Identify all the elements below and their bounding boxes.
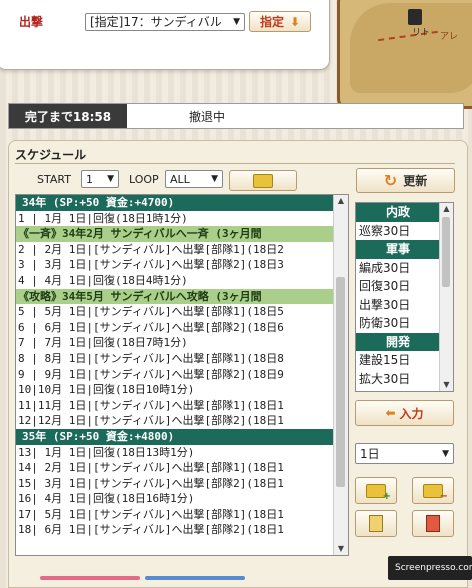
bottom-tab-strip xyxy=(0,576,472,580)
schedule-row[interactable]: 6 | 6月 1日|[サンディバル]へ出撃[部隊2](18日6 xyxy=(16,320,335,336)
schedule-row[interactable]: 14| 2月 1日|[サンディバル]へ出撃[部隊1](18日1 xyxy=(16,460,335,476)
scroll-thumb[interactable] xyxy=(442,217,450,287)
sortie-label: 出撃 xyxy=(19,15,44,29)
add-folder-button[interactable]: + xyxy=(355,477,397,504)
schedule-row[interactable]: 9 | 9月 1日|[サンディバル]へ出撃[部隊2](18日9 xyxy=(16,367,335,383)
chevron-down-icon: ▼ xyxy=(233,16,240,27)
watermark-text: Screenpresso.com xyxy=(395,563,472,573)
refresh-label: 更新 xyxy=(403,174,428,188)
command-category-header: 開発 xyxy=(356,332,440,351)
schedule-row[interactable]: 16| 4月 1日|回復(18日16時1分) xyxy=(16,491,335,507)
refresh-button[interactable]: ↻ 更新 xyxy=(356,168,455,193)
schedule-row[interactable]: 7 | 7月 1日|回復(18日7時1分) xyxy=(16,335,335,351)
command-item[interactable]: 出撃30日 xyxy=(356,296,440,315)
start-select[interactable]: 1 ▼ xyxy=(81,170,119,188)
command-category-header: 内政 xyxy=(356,203,440,222)
schedule-row[interactable]: 15| 3月 1日|[サンディバル]へ出撃[部隊2](18日1 xyxy=(16,476,335,492)
schedule-scrollbar[interactable]: ▲ ▼ xyxy=(333,195,348,555)
bottom-tab-1[interactable] xyxy=(40,576,140,580)
folder-add-icon: + xyxy=(366,483,391,502)
copy-button[interactable] xyxy=(355,510,397,537)
schedule-row[interactable]: 8 | 8月 1日|[サンディバル]へ出撃[部隊1](18日8 xyxy=(16,351,335,367)
command-item[interactable]: 防衛30日 xyxy=(356,314,440,333)
target-select[interactable]: [指定]17：サンディバル ▼ xyxy=(85,12,245,31)
schedule-row[interactable]: 12|12月 1日|[サンディバル]へ出撃[部隊2](18日1 xyxy=(16,413,335,429)
loop-select-value: ALL xyxy=(170,172,190,186)
schedule-rows: 34年 (SP:+50 資金:+4700) 1 | 1月 1日|回復(18日1時1… xyxy=(16,195,335,555)
schedule-row[interactable]: 18| 6月 1日|[サンディバル]へ出撃[部隊2](18日1 xyxy=(16,522,335,538)
status-bar: 完了まで18:58 撤退中 xyxy=(8,103,464,129)
remove-folder-button[interactable]: − xyxy=(412,477,454,504)
schedule-row[interactable]: 11|11月 1日|[サンディバル]へ出撃[部隊1](18日1 xyxy=(16,398,335,414)
map-label-b: アレ xyxy=(440,32,459,42)
scroll-thumb[interactable] xyxy=(336,277,345,487)
schedule-list[interactable]: 34年 (SP:+50 資金:+4700) 1 | 1月 1日|回復(18日1時1… xyxy=(15,194,349,556)
folder-remove-icon: − xyxy=(423,483,448,502)
sortie-panel: 出撃 [指定]17：サンディバル ▼ 指定 ⬇ xyxy=(0,0,330,70)
sortie-row: 出撃 [指定]17：サンディバル ▼ 指定 ⬇ xyxy=(19,11,311,32)
scroll-down-icon[interactable]: ▼ xyxy=(334,543,348,555)
schedule-row[interactable]: 4 | 4月 1日|回復(18日4時1分) xyxy=(16,273,335,289)
schedule-row[interactable]: 10|10月 1日|回復(18日10時1分) xyxy=(16,382,335,398)
command-scrollbar[interactable]: ▲ ▼ xyxy=(439,203,453,391)
input-label: 入力 xyxy=(399,406,424,421)
refresh-icon: ↻ xyxy=(383,171,398,190)
target-select-value: [指定]17：サンディバル xyxy=(90,15,222,29)
chevron-down-icon: ▼ xyxy=(442,448,449,459)
paste-icon xyxy=(426,515,440,532)
loop-label: LOOP xyxy=(129,173,159,186)
command-item[interactable]: 回復30日 xyxy=(356,277,440,296)
copy-icon xyxy=(369,515,383,532)
chevron-down-icon: ▼ xyxy=(107,174,114,184)
command-rows: 内政 巡察30日 軍事 編成30日 回復30日 出撃30日 防衛30日 開発 建設15日 拡大30… xyxy=(356,203,440,391)
schedule-row[interactable]: 17| 5月 1日|[サンディバル]へ出撃[部隊1](18日1 xyxy=(16,507,335,523)
scroll-up-icon[interactable]: ▲ xyxy=(440,203,453,215)
designate-label: 指定 xyxy=(259,15,284,29)
arrow-down-icon: ⬇ xyxy=(289,14,301,29)
schedule-row[interactable]: 5 | 5月 1日|[サンディバル]へ出撃[部隊1](18日5 xyxy=(16,304,335,320)
days-select-value: 1日 xyxy=(360,447,380,461)
command-list[interactable]: 内政 巡察30日 軍事 編成30日 回復30日 出撃30日 防衛30日 開発 建設15日 拡大30… xyxy=(355,202,454,392)
bottom-tab-2[interactable] xyxy=(145,576,245,580)
status-text: 撤退中 xyxy=(189,109,226,124)
schedule-title: スケジュール xyxy=(15,148,87,162)
start-label: START xyxy=(37,173,71,186)
command-item[interactable]: 建設15日 xyxy=(356,351,440,370)
command-item[interactable]: 編成30日 xyxy=(356,259,440,278)
days-select[interactable]: 1日 ▼ xyxy=(355,443,454,464)
time-remaining: 完了まで18:58 xyxy=(9,104,127,128)
start-select-value: 1 xyxy=(86,172,93,186)
schedule-panel: スケジュール START 1 ▼ LOOP ALL ▼ ↻ 更新 34年 (SP… xyxy=(8,140,468,588)
scroll-up-icon[interactable]: ▲ xyxy=(334,195,348,207)
input-button[interactable]: ⬅ 入力 xyxy=(355,400,454,426)
scroll-down-icon[interactable]: ▼ xyxy=(440,379,453,391)
command-category-header: 軍事 xyxy=(356,240,440,259)
event-row[interactable]: 《一斉》34年2月 サンディバルへ一斉 (3ヶ月間 xyxy=(16,226,335,242)
year-header-row[interactable]: 35年 (SP:+50 資金:+4800) xyxy=(16,428,335,445)
divider xyxy=(15,163,455,164)
schedule-row[interactable]: 2 | 2月 1日|[サンディバル]へ出撃[部隊1](18日2 xyxy=(16,242,335,258)
year-header-row[interactable]: 34年 (SP:+50 資金:+4700) xyxy=(16,195,335,211)
chevron-down-icon: ▼ xyxy=(211,174,218,184)
map-thumbnail[interactable]: リト アレ xyxy=(337,0,472,109)
folder-load-icon xyxy=(253,173,273,188)
designate-button[interactable]: 指定 ⬇ xyxy=(249,11,311,32)
event-row[interactable]: 《攻略》34年5月 サンディバルへ攻略 (3ヶ月間 xyxy=(16,288,335,305)
paste-button[interactable] xyxy=(412,510,454,537)
loop-select[interactable]: ALL ▼ xyxy=(165,170,223,188)
map-label-a: リト xyxy=(412,28,431,38)
schedule-row[interactable]: 1 | 1月 1日|回復(18日1時1分) xyxy=(16,210,335,227)
load-folder-button[interactable] xyxy=(229,170,297,191)
arrow-left-icon: ⬅ xyxy=(385,406,396,420)
command-item[interactable]: 拡大30日 xyxy=(356,370,440,389)
command-item[interactable]: 巡察30日 xyxy=(356,222,440,241)
castle-icon xyxy=(408,9,422,25)
schedule-row[interactable]: 13| 1月 1日|回復(18日13時1分) xyxy=(16,445,335,461)
schedule-row[interactable]: 3 | 3月 1日|[サンディバル]へ出撃[部隊2](18日3 xyxy=(16,257,335,273)
